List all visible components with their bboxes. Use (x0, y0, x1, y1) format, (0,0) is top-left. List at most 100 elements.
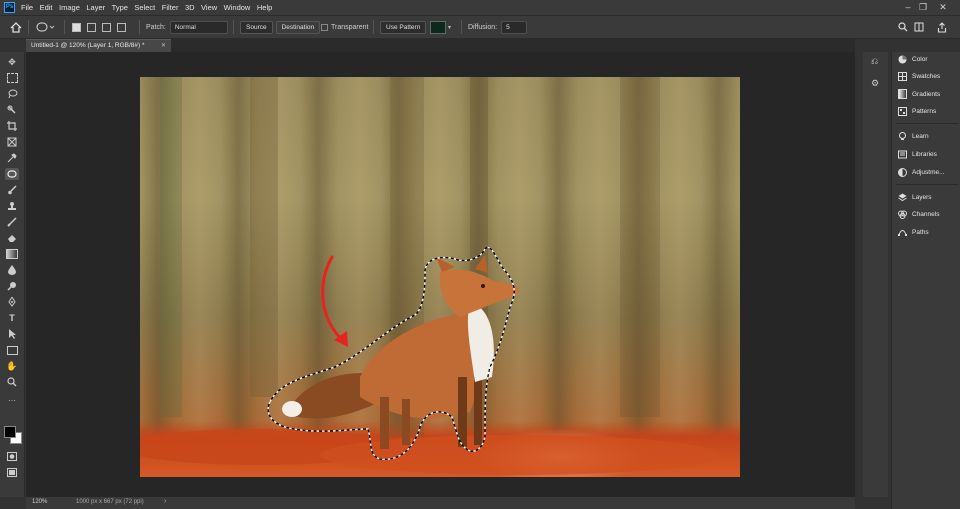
panel-layers[interactable]: Layers (898, 190, 932, 204)
restore-icon[interactable]: ❐ (915, 0, 931, 15)
zoom-level[interactable]: 120% (32, 499, 47, 505)
eyedropper-tool-icon[interactable] (5, 152, 19, 164)
panel-channels[interactable]: Channels (898, 207, 939, 221)
panel-gradients[interactable]: Gradients (898, 87, 940, 101)
separator (373, 20, 374, 34)
more-tools-icon[interactable]: ··· (5, 394, 19, 406)
patch-mode-value: Normal (174, 23, 196, 31)
menu-window[interactable]: Window (224, 3, 251, 12)
gradient-tool-icon[interactable] (5, 248, 19, 260)
zoom-tool-icon[interactable] (5, 376, 19, 388)
history-icon[interactable]: ⎌ (871, 56, 878, 67)
minimize-icon[interactable]: – (900, 0, 916, 15)
blur-tool-icon[interactable] (5, 264, 19, 276)
quick-mask-icon[interactable] (5, 450, 19, 462)
quick-selection-tool-icon[interactable] (5, 104, 19, 116)
color-icon (898, 55, 907, 64)
panel-adjustments-label: Adjustme... (912, 168, 945, 176)
panel-gradients-label: Gradients (912, 90, 941, 98)
collapsed-panel-strip: ⎌ ⚙ (863, 52, 888, 497)
screen-mode-icon[interactable] (5, 466, 19, 478)
home-icon[interactable] (10, 20, 22, 34)
search-icon[interactable] (898, 20, 908, 34)
diffusion-select[interactable]: 5 (501, 20, 528, 34)
menu-type[interactable]: Type (112, 3, 128, 12)
menu-select[interactable]: Select (134, 3, 155, 12)
selection-mode-group (72, 20, 126, 34)
crop-tool-icon[interactable] (5, 120, 19, 132)
document-tab[interactable]: Untitled-1 @ 120% (Layer 1, RGB/8#) * ✕ (26, 39, 171, 52)
workspace-icon[interactable] (914, 20, 924, 34)
menu-3d[interactable]: 3D (185, 3, 195, 12)
use-pattern-wrap: Use Pattern (380, 20, 427, 34)
menu-list: File Edit Image Layer Type Select Filter… (21, 0, 272, 15)
document-dimensions: 1000 px x 667 px (72 ppi) (76, 499, 144, 505)
panel-color-label: Color (912, 55, 928, 63)
source-button[interactable]: Source (240, 20, 273, 34)
tool-preset-picker[interactable] (36, 20, 56, 34)
panel-layers-label: Layers (912, 193, 932, 201)
clone-stamp-tool-icon[interactable] (5, 200, 19, 212)
add-selection-icon[interactable] (87, 22, 96, 32)
hand-tool-icon[interactable]: ✋ (5, 360, 19, 372)
menu-help[interactable]: Help (257, 3, 272, 12)
menu-edit[interactable]: Edit (40, 3, 53, 12)
menu-image[interactable]: Image (59, 3, 80, 12)
chevron-down-icon: ▾ (448, 24, 452, 31)
eraser-tool-icon[interactable] (5, 232, 19, 244)
new-selection-icon[interactable] (72, 22, 81, 32)
chevron-right-icon[interactable]: › (164, 498, 166, 505)
healing-brush-tool-icon[interactable] (5, 168, 19, 180)
frame-tool-icon[interactable] (5, 136, 19, 148)
panel-learn[interactable]: Learn (898, 129, 929, 143)
subtract-selection-icon[interactable] (102, 22, 111, 32)
panel-swatches-label: Swatches (912, 72, 941, 80)
intersect-selection-icon[interactable] (117, 22, 126, 32)
layers-icon (898, 193, 907, 202)
patterns-icon (898, 106, 907, 116)
panel-libraries[interactable]: Libraries (898, 147, 937, 161)
fox-photo-canvas[interactable] (140, 77, 740, 477)
lasso-tool-icon[interactable] (5, 88, 19, 100)
rectangle-tool-icon[interactable] (5, 344, 19, 356)
marquee-tool-icon[interactable] (5, 72, 19, 84)
pen-tool-icon[interactable] (5, 296, 19, 308)
menu-filter[interactable]: Filter (162, 3, 179, 12)
history-brush-tool-icon[interactable] (5, 216, 19, 228)
menu-bar: Ps File Edit Image Layer Type Select Fil… (0, 0, 960, 15)
panel-swatches[interactable]: Swatches (898, 69, 940, 83)
patch-mode-control: Patch: Normal (146, 20, 228, 34)
properties-icon[interactable]: ⚙ (871, 78, 879, 89)
transparent-option: Transparent (321, 20, 368, 34)
panel-libraries-label: Libraries (912, 150, 937, 158)
close-tab-icon[interactable]: ✕ (161, 40, 166, 52)
move-tool-icon[interactable]: ✥ (5, 56, 19, 68)
type-tool-icon[interactable]: T (5, 312, 19, 324)
menu-file[interactable]: File (21, 3, 33, 12)
panel-paths[interactable]: Paths (898, 225, 929, 239)
brush-tool-icon[interactable] (5, 184, 19, 196)
pattern-picker[interactable]: ▾ (430, 20, 451, 34)
foreground-color-swatch[interactable] (4, 426, 16, 438)
separator (139, 20, 140, 34)
panel-adjustments[interactable]: Adjustme... (898, 165, 945, 179)
panel-dock: Color Swatches Gradients Patterns Learn … (891, 52, 960, 509)
menu-layer[interactable]: Layer (86, 3, 105, 12)
dodge-tool-icon[interactable] (5, 280, 19, 292)
panel-patterns[interactable]: Patterns (898, 104, 936, 118)
destination-button[interactable]: Destination (275, 20, 321, 34)
panel-color[interactable]: Color (898, 52, 928, 66)
path-selection-tool-icon[interactable] (5, 328, 19, 340)
channels-icon (898, 210, 907, 219)
panel-learn-label: Learn (912, 132, 929, 140)
panel-paths-label: Paths (912, 228, 929, 236)
menu-view[interactable]: View (201, 3, 217, 12)
use-pattern-button[interactable]: Use Pattern (380, 20, 427, 34)
close-icon[interactable]: ✕ (935, 0, 951, 15)
swatches-icon (898, 71, 907, 81)
transparent-checkbox[interactable] (321, 23, 328, 31)
separator (64, 20, 65, 34)
patch-mode-select[interactable]: Normal (169, 20, 228, 34)
separator (233, 20, 234, 34)
share-icon[interactable] (937, 20, 947, 34)
